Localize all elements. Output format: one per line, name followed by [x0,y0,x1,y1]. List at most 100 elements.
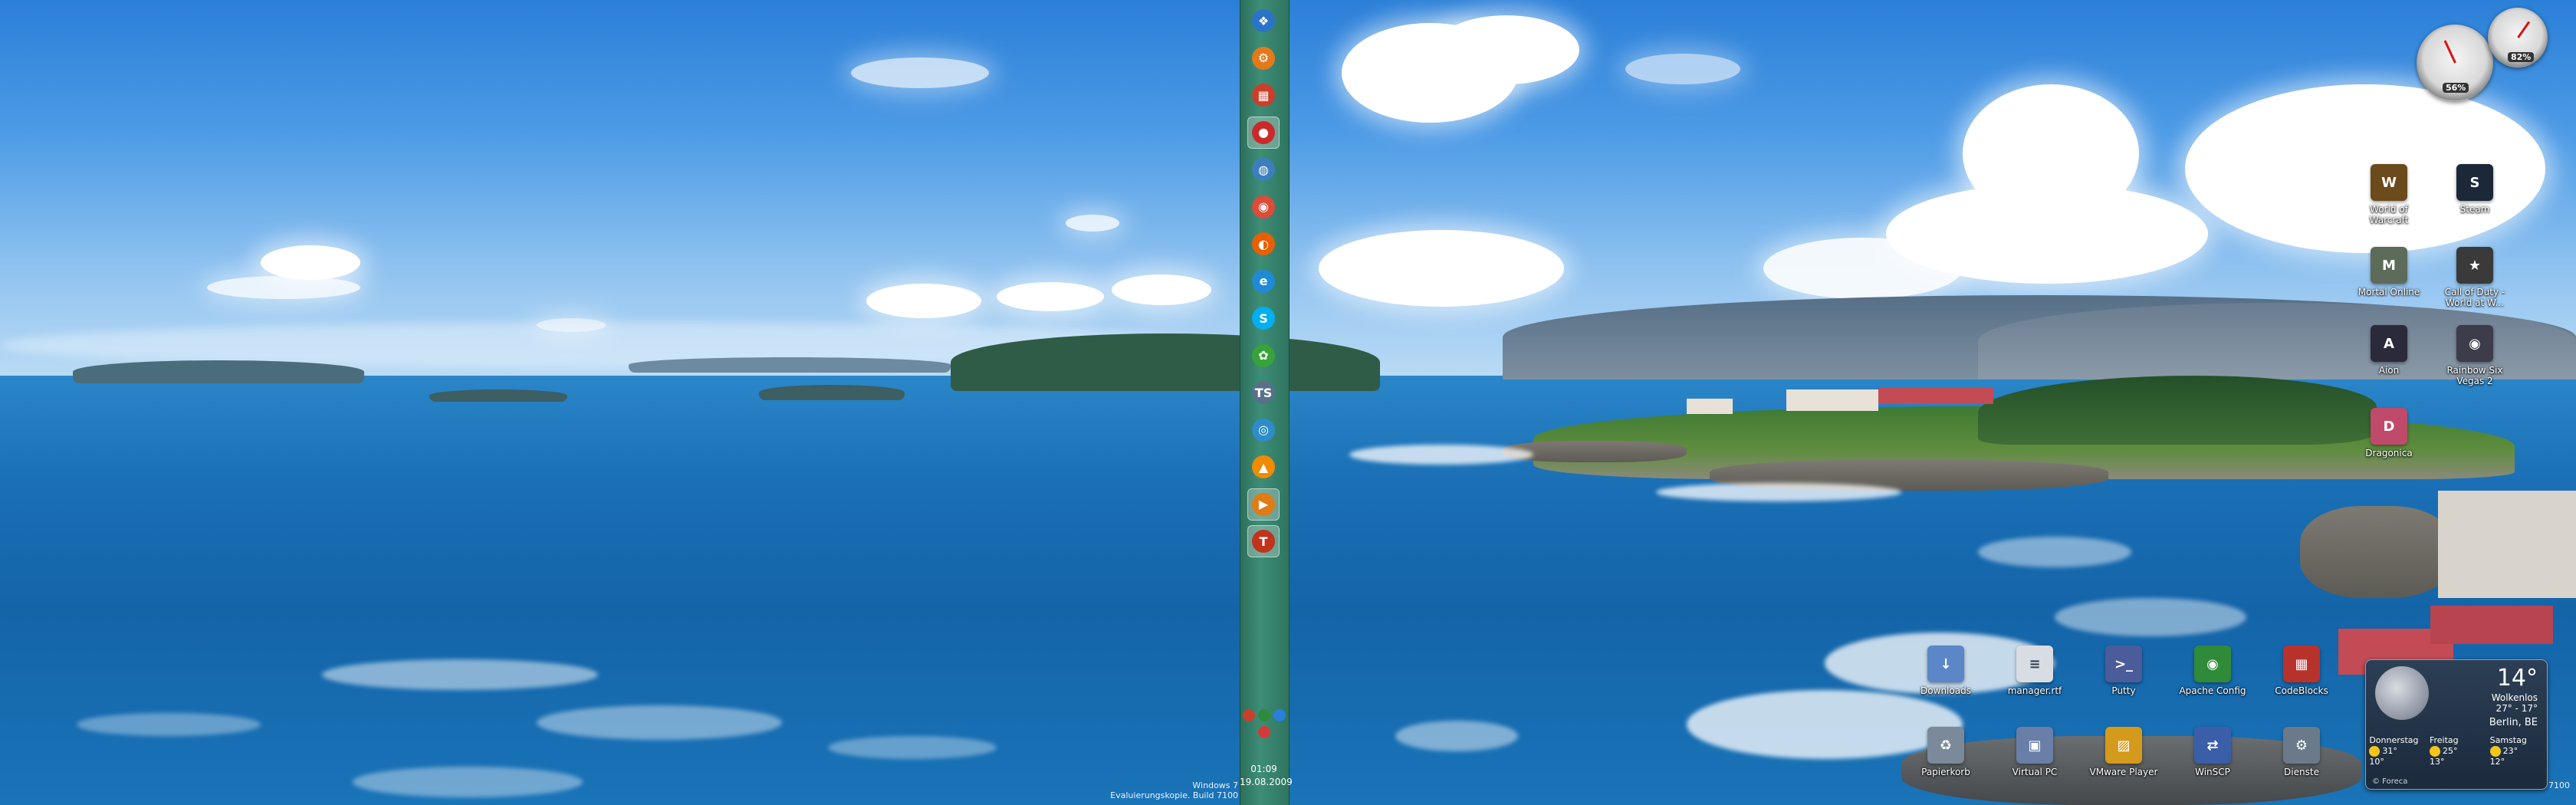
surf [537,705,782,740]
taskbar-button-app-globe[interactable]: ◍ [1247,153,1280,186]
moon-icon [2375,666,2429,720]
winscp-icon: ⇄ [2194,727,2231,764]
surf [1656,483,1901,501]
desktop-icon-dienste[interactable]: ⚙ Dienste [2265,727,2338,777]
temperature-range: 27° - 17° [2496,703,2538,714]
call-of-duty-icon: ★ [2456,247,2493,284]
skype-icon: S [1252,307,1275,330]
desktop-icon-steam[interactable]: S Steam [2438,164,2512,215]
clock-date: 19.08.2009 [1240,777,1293,787]
weather-gadget[interactable]: 14° Wolkenlos 27° - 17° Berlin, BE Donne… [2365,659,2548,790]
cloud [997,282,1104,311]
surf [353,767,583,797]
desktop-icon-mortal-online[interactable]: M Mortal Online [2352,247,2426,297]
windows-start-icon: ❖ [1252,9,1275,32]
forecast-day-name: Samstag [2489,735,2527,745]
headland [951,334,1380,391]
vlc-icon: ▲ [1252,455,1275,478]
taskbar-button-app-red[interactable]: ● [1247,116,1280,149]
surf [1349,445,1533,465]
desktop-icon-label: Steam [2459,204,2490,215]
taskbar-button-firefox[interactable]: ◐ [1247,228,1280,260]
weather-forecast: Donnerstag 31° 10° Freitag 25° 13° Samst… [2366,735,2547,767]
memory-gauge-value: 82% [2508,52,2535,62]
taskbar-button-media-player[interactable]: ▶ [1247,488,1280,521]
desktop-icon-dragonica[interactable]: D Dragonica [2352,408,2426,458]
tray-shield-icon[interactable] [1257,726,1270,738]
desktop-icon-label: Putty [2111,685,2136,696]
taskbar-button-skype[interactable]: S [1247,302,1280,334]
desktop-icon-manager-rtf[interactable]: ≡ manager.rtf [1998,646,2072,696]
cloud [1434,15,1579,84]
forecast-high: 31° [2382,746,2397,756]
desktop-icon-aion[interactable]: A Aion [2352,325,2426,376]
taskbar-button-network-globe[interactable]: ◎ [1247,414,1280,446]
weather-condition: Wolkenlos [2491,692,2538,703]
taskbar-clock[interactable]: 01:09 19.08.2009 [1240,763,1293,789]
desktop-icon-downloads[interactable]: ↓ Downloads [1909,646,1983,696]
forecast-day-name: Donnerstag [2369,735,2419,745]
desktop-icon-codeblocks[interactable]: ▦ CodeBlocks [2265,646,2338,696]
tray-network-icon[interactable] [1257,709,1270,721]
island [759,385,905,400]
desktop-icon-apache-config[interactable]: ◉ Apache Config [2176,646,2249,696]
desktop-icon-winscp[interactable]: ⇄ WinSCP [2176,727,2249,777]
desktop-icon-label: Mortal Online [2358,287,2420,297]
desktop-icon-putty[interactable]: >_ Putty [2087,646,2160,696]
manager-rtf-icon: ≡ [2016,646,2053,682]
mortal-online-icon: M [2371,247,2407,284]
firefox-icon: ◐ [1252,232,1275,255]
tray-app-icon[interactable] [1273,709,1286,721]
forecast-high: 25° [2442,746,2458,756]
desktop-icon-papierkorb[interactable]: ♻ Papierkorb [1909,727,1983,777]
taskbar-button-control-panel[interactable]: ▦ [1247,79,1280,111]
forecast-day-name: Freitag [2429,735,2459,745]
taskbar-button-windows-start[interactable]: ❖ [1247,5,1280,37]
papierkorb-icon: ♻ [1927,727,1964,764]
desktop-icon-label: manager.rtf [2007,685,2062,696]
taskbar-button-teamspeak[interactable]: TS [1247,376,1280,409]
teamspeak-icon: TS [1252,381,1275,404]
forecast-day: Samstag 23° 12° [2489,735,2544,767]
desktop-icon-label: VMware Player [2089,767,2158,777]
cpu-gauge-value: 56% [2443,83,2469,93]
desktop-icon-rainbow-six-vegas-2[interactable]: ◉ Rainbow Six Vegas 2 [2438,325,2512,386]
rocks [2300,506,2453,598]
desktop-icon-vmware-player[interactable]: ▨ VMware Player [2087,727,2160,777]
desktop-icon-label: Dragonica [2365,448,2413,458]
windows-evaluation-watermark-left: Windows 7 Evaluierungskopie. Build 7100 [1110,780,1238,800]
cpu-gauge[interactable]: 56% [2417,25,2493,101]
taskbar-button-internet-explorer[interactable]: e [1247,265,1280,297]
weather-city: Berlin, BE [2489,717,2538,728]
clock-time: 01:09 [1250,764,1277,774]
desktop-icon-world-of-warcraft[interactable]: W World of Warcraft [2352,164,2426,225]
taskbar-button-vlc[interactable]: ▲ [1247,451,1280,483]
road [2438,491,2576,598]
steam-icon: S [2456,164,2493,201]
cloud [1112,274,1211,305]
watermark-build: Evaluierungskopie. Build 7100 [1110,790,1238,800]
desktop-icon-label: Aion [2378,365,2400,376]
taskbar-button-app-t[interactable]: T [1247,525,1280,557]
surf [828,736,997,759]
taskbar-button-chrome[interactable]: ◉ [1247,191,1280,223]
downloads-icon: ↓ [1927,646,1964,682]
desktop-icon-label: Dienste [2284,767,2319,777]
memory-gauge[interactable]: 82% [2488,8,2548,67]
media-player-icon: ▶ [1252,492,1275,516]
app-t-icon: T [1252,530,1275,553]
taskbar-button-icq[interactable]: ✿ [1247,340,1280,372]
island [629,357,951,373]
tray-warning-icon[interactable] [1242,709,1255,721]
taskbar-button-settings[interactable]: ⚙ [1247,42,1280,74]
desktop-icon-virtual-pc[interactable]: ▣ Virtual PC [1998,727,2072,777]
desktop-icon-label: WinSCP [2195,767,2230,777]
desktop-icon-label: Papierkorb [1921,767,1970,777]
gauge-needle [2517,21,2531,38]
desktop-icon-call-of-duty[interactable]: ★ Call of Duty - World at W... [2438,247,2512,308]
control-panel-icon: ▦ [1252,84,1275,107]
virtual-pc-icon: ▣ [2016,727,2053,764]
desktop-icon-label: Virtual PC [2012,767,2058,777]
sun-icon [2369,746,2380,757]
dragonica-icon: D [2371,408,2407,445]
